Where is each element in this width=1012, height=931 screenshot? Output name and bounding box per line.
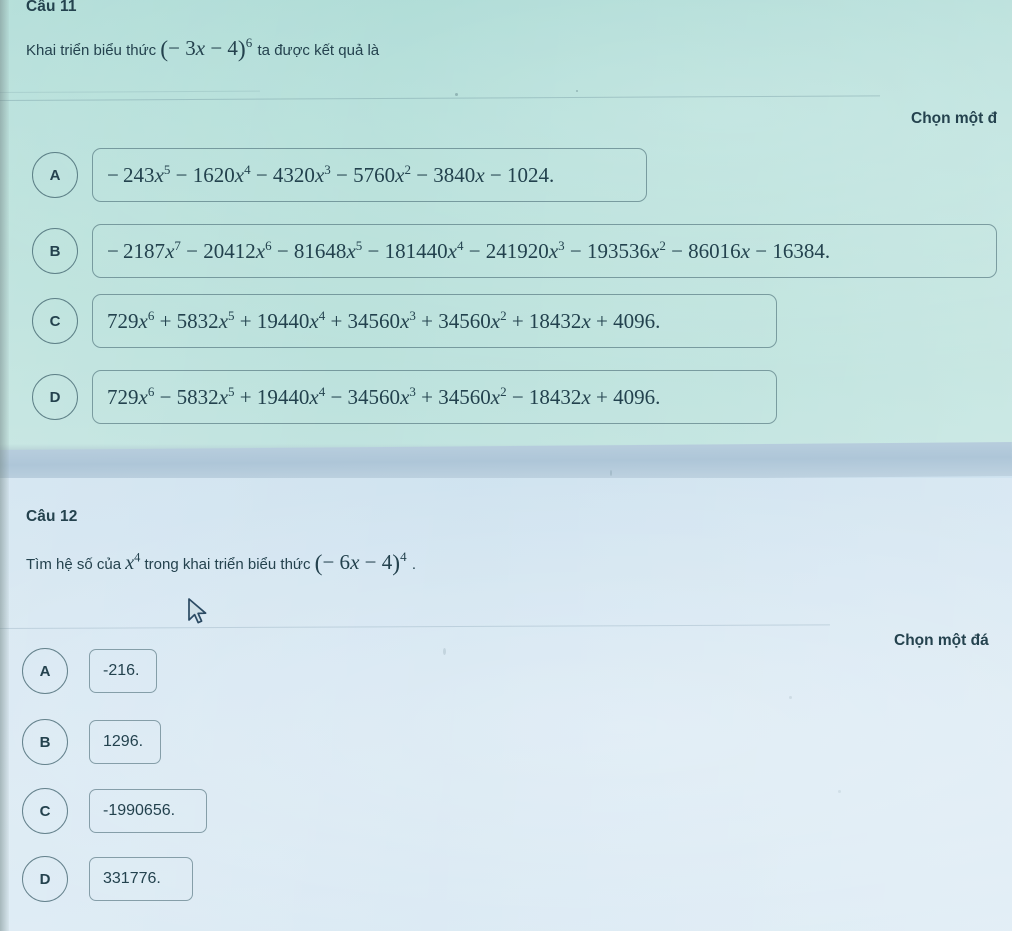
question-11-option-c[interactable]: C 729x6 + 5832x5 + 19440x4 + 34560x3 + 3… <box>32 294 777 348</box>
question-11-option-a-badge[interactable]: A <box>32 152 78 198</box>
question-12-option-d[interactable]: D 331776. <box>22 856 193 902</box>
question-11-option-b-badge[interactable]: B <box>32 228 78 274</box>
question-11-title: Câu 11 <box>26 0 77 15</box>
question-12-option-a-box[interactable]: -216. <box>89 649 157 693</box>
question-11-prompt-before: Khai triển biểu thức <box>26 42 157 59</box>
question-12-option-c-box[interactable]: -1990656. <box>89 789 207 833</box>
question-12-title: Câu 12 <box>26 508 78 525</box>
question-12-prompt-before: Tìm hệ số của <box>26 556 122 573</box>
dust-speck <box>610 470 612 476</box>
question-11-option-c-badge[interactable]: C <box>32 298 78 344</box>
question-12-option-c-badge[interactable]: C <box>22 788 68 834</box>
question-11-prompt: Khai triển biểu thức (− 3x − 4)6 ta được… <box>26 36 379 63</box>
question-11-choose-label: Chọn một đ <box>911 110 998 127</box>
question-12-option-a-text: -216. <box>103 662 140 679</box>
question-12-option-b-badge[interactable]: B <box>22 719 68 765</box>
dust-speck <box>789 696 792 699</box>
dust-speck <box>443 648 446 655</box>
question-12-option-c-text: -1990656. <box>103 802 176 819</box>
question-11-option-c-text: 729x6 + 5832x5 + 19440x4 + 34560x3 + 345… <box>107 307 661 333</box>
question-12-option-b-text: 1296. <box>103 733 144 750</box>
question-12-option-b-box[interactable]: 1296. <box>89 720 161 764</box>
question-11-option-d-text: 729x6 − 5832x5 + 19440x4 − 34560x3 + 345… <box>107 383 661 409</box>
question-11-option-b[interactable]: B − 2187x7 − 20412x6 − 81648x5 − 181440x… <box>32 224 997 278</box>
question-11-option-d-badge[interactable]: D <box>32 374 78 420</box>
question-11-option-a[interactable]: A − 243x5 − 1620x4 − 4320x3 − 5760x2 − 3… <box>32 148 647 202</box>
question-12-expression: (− 6x − 4)4 <box>314 549 407 577</box>
question-12-prompt: Tìm hệ số của x4 trong khai triển biểu t… <box>26 550 416 577</box>
dust-speck <box>455 93 458 96</box>
question-11-option-b-text: − 2187x7 − 20412x6 − 81648x5 − 181440x4 … <box>107 237 831 263</box>
question-12-option-c[interactable]: C -1990656. <box>22 788 207 834</box>
question-11-prompt-after: ta được kết quả là <box>257 42 380 59</box>
dust-speck <box>838 790 841 793</box>
dust-speck <box>576 90 578 92</box>
question-11-option-b-box[interactable]: − 2187x7 − 20412x6 − 81648x5 − 181440x4 … <box>92 224 997 278</box>
question-12-option-d-badge[interactable]: D <box>22 856 68 902</box>
question-12-choose-label: Chọn một đá <box>894 632 989 649</box>
question-12-option-a-badge[interactable]: A <box>22 648 68 694</box>
question-12-option-b[interactable]: B 1296. <box>22 719 161 765</box>
question-11-option-a-text: − 243x5 − 1620x4 − 4320x3 − 5760x2 − 384… <box>107 161 555 187</box>
question-12-prompt-after: . <box>411 556 417 573</box>
question-12-variable: x4 <box>125 550 141 574</box>
question-11-option-d[interactable]: D 729x6 − 5832x5 + 19440x4 − 34560x3 + 3… <box>32 370 777 424</box>
question-11-option-a-box[interactable]: − 243x5 − 1620x4 − 4320x3 − 5760x2 − 384… <box>92 148 647 202</box>
question-12-prompt-middle: trong khai triển biểu thức <box>144 556 311 573</box>
question-11-option-c-box[interactable]: 729x6 + 5832x5 + 19440x4 + 34560x3 + 345… <box>92 294 777 348</box>
question-11-expression: (− 3x − 4)6 <box>160 35 253 63</box>
question-12-option-d-text: 331776. <box>103 870 161 887</box>
question-12-option-a[interactable]: A -216. <box>22 648 157 694</box>
quiz-page: Câu 11 Khai triển biểu thức (− 3x − 4)6 … <box>0 0 1012 931</box>
question-12-option-d-box[interactable]: 331776. <box>89 857 193 901</box>
question-11-option-d-box[interactable]: 729x6 − 5832x5 + 19440x4 − 34560x3 + 345… <box>92 370 777 424</box>
